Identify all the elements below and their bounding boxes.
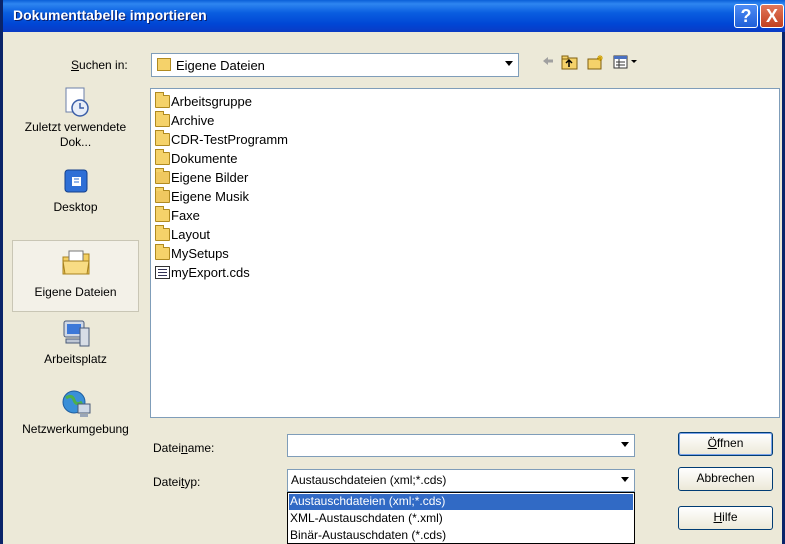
chevron-down-icon[interactable] [616,436,633,455]
file-list[interactable]: Arbeitsgruppe Archive CDR-TestProgramm D… [150,88,780,418]
list-item[interactable]: CDR-TestProgramm [155,130,288,150]
folder-icon [155,111,170,127]
pictures-folder-icon [155,168,170,184]
help-button[interactable]: Hilfe [678,506,773,530]
folder-icon [155,244,170,260]
folder-icon [155,225,170,241]
place-network-label: Netzwerkumgebung [22,422,129,436]
document-icon [155,266,170,279]
lookin-value: Eigene Dateien [176,58,265,73]
import-dialog: Dokumenttabelle importieren ? X Suchen i… [0,0,785,544]
back-icon[interactable] [541,54,555,71]
folder-icon [155,92,170,108]
list-item[interactable]: Dokumente [155,149,237,169]
lookin-label: Suchen in: [71,58,128,72]
new-folder-icon[interactable] [587,54,605,73]
list-item[interactable]: MySetups [155,244,229,264]
place-my-computer[interactable]: Arbeitsplatz [12,318,139,378]
filetype-option[interactable]: Binär-Austauschdaten (*.cds) [289,528,633,544]
open-button[interactable]: Öffnen [678,432,773,456]
folder-icon [155,206,170,222]
filename-combo[interactable] [287,434,635,457]
list-item[interactable]: Layout [155,225,210,245]
filetype-value: Austauschdateien (xml;*.cds) [291,473,447,487]
up-folder-icon[interactable] [561,54,579,73]
list-item[interactable]: Eigene Musik [155,187,249,207]
title-bar[interactable]: Dokumenttabelle importieren ? X [3,0,785,32]
chevron-down-icon[interactable] [616,471,633,490]
folder-icon [155,149,170,165]
list-item[interactable]: Eigene Bilder [155,168,248,188]
folder-icon [155,130,170,146]
filename-label: Dateiname: [153,441,215,455]
places-bar: Zuletzt verwendete Dok... Desktop Eigene… [12,86,139,466]
music-folder-icon [155,187,170,203]
place-recent-label: Zuletzt verwendete Dok... [24,120,127,149]
filetype-option[interactable]: Austauschdateien (xml;*.cds) [289,494,633,510]
dialog-title: Dokumenttabelle importieren [13,7,207,23]
network-icon [60,388,92,420]
filetype-combo[interactable]: Austauschdateien (xml;*.cds) [287,469,635,492]
filetype-option[interactable]: XML-Austauschdaten (*.xml) [289,511,633,527]
place-recent[interactable]: Zuletzt verwendete Dok... [12,86,139,158]
close-icon[interactable]: X [760,4,784,28]
place-desktop-label: Desktop [53,200,98,214]
place-my-documents-label: Eigene Dateien [34,285,117,299]
list-item[interactable]: Archive [155,111,214,131]
list-item[interactable]: myExport.cds [155,264,250,283]
my-documents-icon [157,58,171,71]
place-network[interactable]: Netzwerkumgebung [12,388,139,462]
desktop-icon [60,166,92,198]
place-desktop[interactable]: Desktop [12,166,139,224]
filetype-label: Dateityp: [153,475,201,489]
list-item[interactable]: Arbeitsgruppe [155,92,252,112]
help-icon[interactable]: ? [734,4,758,28]
list-item[interactable]: Faxe [155,206,200,226]
lookin-combo[interactable]: Eigene Dateien [151,53,519,77]
my-computer-icon [60,318,92,350]
place-my-documents[interactable]: Eigene Dateien [12,240,139,312]
place-my-computer-label: Arbeitsplatz [44,352,107,366]
recent-documents-icon [60,86,92,118]
filetype-dropdown-list[interactable]: Austauschdateien (xml;*.cds) XML-Austaus… [287,492,635,544]
chevron-down-icon[interactable] [500,55,517,75]
my-documents-icon [60,247,92,279]
cancel-button[interactable]: Abbrechen [678,467,773,491]
view-menu-icon[interactable] [613,54,643,73]
